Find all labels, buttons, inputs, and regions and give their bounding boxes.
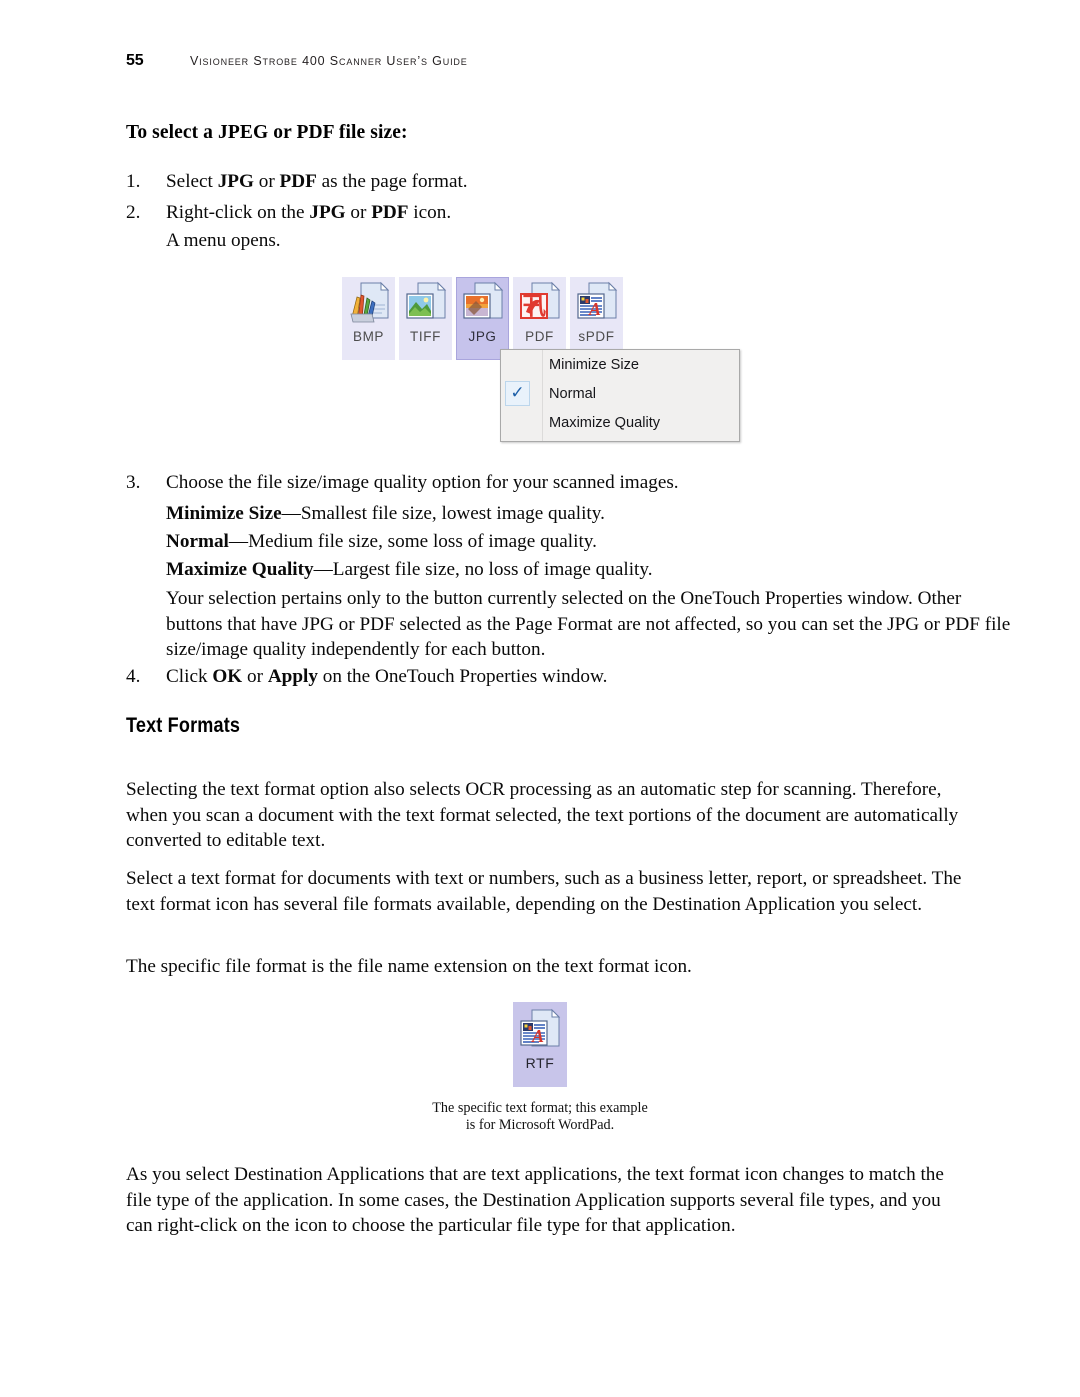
pdf-document-icon: 卂	[519, 281, 561, 325]
subsection-heading-jpeg-pdf-size: To select a JPEG or PDF file size:	[126, 122, 408, 143]
page-format-icon-bar: BMP TIFF JPG PDF A sPDF	[342, 277, 623, 360]
format-tile-spdf-label: sPDF	[578, 329, 615, 344]
step-1-bold-jpg: JPG	[217, 171, 254, 192]
step-4-frag-a: Click	[166, 666, 213, 687]
text-formats-paragraph-4: As you select Destination Applications t…	[126, 1164, 944, 1237]
step-1-frag-a: Select	[166, 171, 218, 192]
step-4-bold-apply: Apply	[267, 666, 318, 687]
jpg-document-icon	[462, 281, 504, 325]
section-heading-text-formats: Text Formats	[126, 714, 241, 737]
page-number: 55	[126, 52, 144, 69]
step-1-frag-b: or	[253, 171, 280, 192]
step-3-option-maximize-bold: Maximize Quality	[166, 559, 314, 580]
step-1-text: Select JPG or PDF as the page format.	[166, 169, 971, 195]
text-formats-paragraph-3: The specific file format is the file nam…	[126, 956, 692, 977]
format-tile-bmp-label: BMP	[352, 329, 385, 344]
checkmark-icon: ✓	[505, 381, 530, 406]
step-3-option-maximize: Maximize Quality—Largest file size, no l…	[166, 557, 971, 583]
text-format-rtf-tile[interactable]: A RTF	[513, 1002, 567, 1087]
step-1-number: 1.	[126, 171, 141, 192]
format-tile-tiff[interactable]: TIFF	[399, 277, 452, 360]
step-4-bold-ok: OK	[212, 666, 243, 687]
format-tile-bmp[interactable]: BMP	[342, 277, 395, 360]
context-menu-item-normal-label: Normal	[549, 385, 597, 402]
step-3-option-normal: Normal—Medium file size, some loss of im…	[166, 529, 971, 555]
rtf-figure-caption: The specific text format; this example i…	[310, 1100, 770, 1134]
context-menu-item-normal[interactable]: ✓ Normal	[501, 379, 739, 408]
format-tile-jpg-label: JPG	[468, 329, 497, 344]
bmp-document-icon	[348, 281, 390, 325]
context-menu-item-maximize-quality-label: Maximize Quality	[549, 414, 661, 431]
step-3-option-maximize-rest: —Largest file size, no loss of image qua…	[313, 559, 653, 580]
running-header: 55 Visioneer Strobe 400 Scanner User’s G…	[0, 52, 1080, 78]
step-2-frag-c: icon.	[408, 202, 452, 223]
step-3-option-normal-rest: —Medium file size, some loss of image qu…	[228, 531, 597, 552]
step-3-number: 3.	[126, 472, 141, 493]
format-tile-tiff-label: TIFF	[410, 329, 441, 344]
file-size-context-menu: Minimize Size ✓ Normal Maximize Quality	[500, 349, 740, 442]
rtf-caption-line-1: The specific text format; this example	[432, 1100, 648, 1116]
step-4-frag-c: on the OneTouch Properties window.	[317, 666, 608, 687]
format-tile-jpg[interactable]: JPG	[456, 277, 509, 360]
step-3-option-minimize-rest: —Smallest file size, lowest image qualit…	[281, 503, 605, 524]
context-menu-item-minimize-size-label: Minimize Size	[549, 356, 640, 373]
format-tile-spdf[interactable]: A sPDF	[570, 277, 623, 360]
step-2-frag-a: Right-click on the	[166, 202, 310, 223]
format-tile-pdf-label: PDF	[525, 329, 554, 344]
step-2-subtext: A menu opens.	[166, 230, 281, 251]
step-3-note-paragraph: Your selection pertains only to the butt…	[166, 588, 1011, 661]
document-page: 55 Visioneer Strobe 400 Scanner User’s G…	[0, 0, 1080, 1397]
step-3-text: Choose the file size/image quality optio…	[166, 472, 679, 493]
spdf-document-icon: A	[576, 281, 618, 325]
context-menu-item-maximize-quality[interactable]: Maximize Quality	[501, 408, 739, 437]
text-formats-paragraph-1: Selecting the text format option also se…	[126, 779, 959, 852]
step-2-bold-jpg: JPG	[309, 202, 346, 223]
step-2-frag-b: or	[345, 202, 372, 223]
tiff-document-icon	[405, 281, 447, 325]
step-4-text: Click OK or Apply on the OneTouch Proper…	[166, 664, 971, 690]
step-2-bold-pdf: PDF	[371, 202, 409, 223]
step-3-option-normal-bold: Normal	[166, 531, 229, 552]
format-tile-pdf[interactable]: 卂 PDF	[513, 277, 566, 360]
svg-text:A: A	[587, 299, 600, 319]
svg-text:A: A	[531, 1026, 544, 1046]
step-4-frag-b: or	[242, 666, 268, 687]
context-menu-item-minimize-size[interactable]: Minimize Size	[501, 350, 739, 379]
text-format-rtf-label: RTF	[525, 1055, 555, 1071]
step-1-bold-pdf: PDF	[279, 171, 317, 192]
step-2-text: Right-click on the JPG or PDF icon.	[166, 200, 971, 226]
step-3-option-minimize: Minimize Size—Smallest file size, lowest…	[166, 501, 971, 527]
step-3-option-minimize-bold: Minimize Size	[166, 503, 282, 524]
guide-title: Visioneer Strobe 400 Scanner User’s Guid…	[190, 54, 468, 68]
step-2-number: 2.	[126, 202, 141, 223]
text-formats-paragraph-2: Select a text format for documents with …	[126, 868, 962, 915]
rtf-document-icon: A	[519, 1007, 561, 1051]
step-1-frag-c: as the page format.	[316, 171, 468, 192]
rtf-caption-line-2: is for Microsoft WordPad.	[465, 1117, 615, 1133]
step-4-number: 4.	[126, 666, 141, 687]
